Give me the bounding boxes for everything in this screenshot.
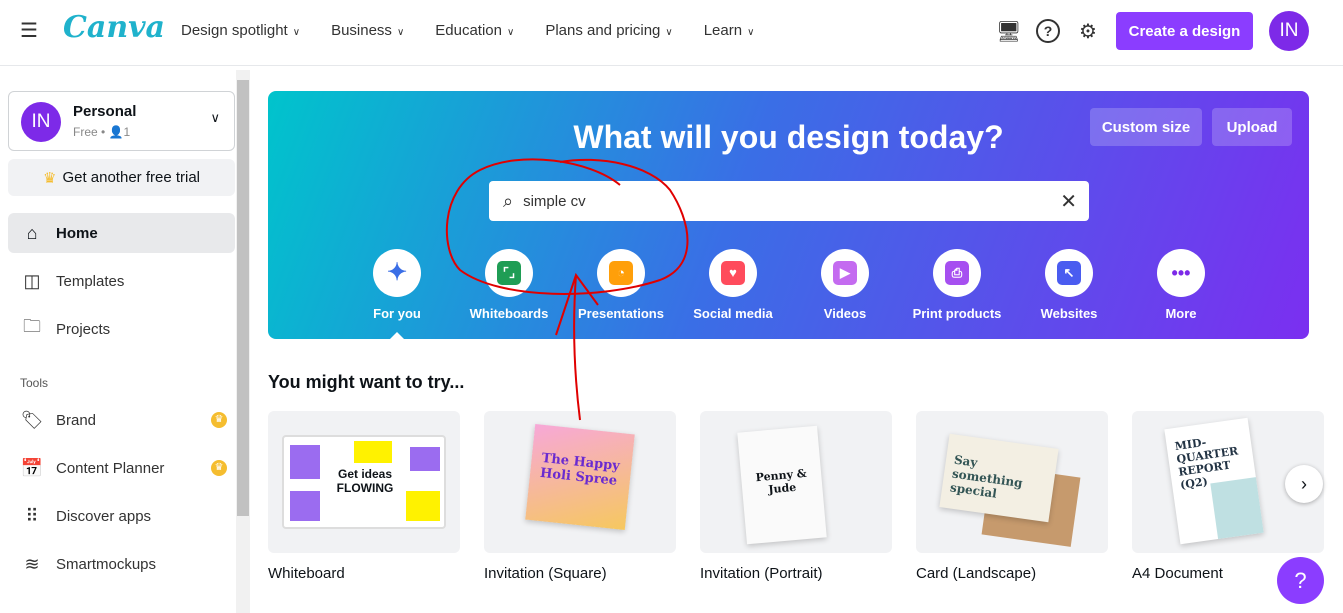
- account-plan: Free: [73, 125, 98, 139]
- category-more[interactable]: ••• More: [1125, 249, 1237, 321]
- apps-grid-icon: ⠿: [25, 505, 39, 526]
- hero-banner: What will you design today? Custom size …: [268, 91, 1309, 339]
- top-nav: Design spotlight ∨ Business ∨ Education ∨ P…: [181, 22, 754, 39]
- desktop-app-icon[interactable]: 🖥: [996, 19, 1021, 43]
- layers-icon: ≋: [24, 553, 40, 574]
- category-social-media[interactable]: ♥ Social media: [677, 249, 789, 321]
- sidebar-item-discover-apps[interactable]: ⠿ Discover apps: [8, 496, 235, 536]
- card-thumbnail: Say something special: [939, 433, 1059, 523]
- calendar-icon: 📅: [20, 457, 44, 478]
- category-whiteboards[interactable]: ⌜⌟ Whiteboards: [453, 249, 565, 321]
- pro-crown-icon: ♛: [211, 412, 227, 428]
- whiteboard-icon: ⌜⌟: [497, 261, 521, 285]
- category-print-products[interactable]: ⎙ Print products: [901, 249, 1013, 321]
- help-icon[interactable]: ?: [1036, 19, 1060, 43]
- chevron-down-icon: ∨: [396, 27, 405, 38]
- search-icon: ⌕: [503, 190, 514, 211]
- invitation-portrait-thumbnail: Penny & Jude: [737, 425, 827, 545]
- thumbnail-text: The Happy Holi Spree: [539, 450, 621, 489]
- search-input[interactable]: ⌕ simple cv ✕: [489, 181, 1089, 221]
- settings-gear-icon[interactable]: ⚙: [1076, 19, 1100, 43]
- sidebar-item-projects[interactable]: 🗀 Projects: [8, 309, 235, 349]
- sidebar-item-templates[interactable]: ◫ Templates: [8, 261, 235, 301]
- website-cursor-icon: ↖: [1057, 261, 1081, 285]
- card-label[interactable]: Card (Landscape): [916, 565, 1036, 582]
- sidebar: IN Personal Free • 👤1 ∨ ♛ Get another fre…: [0, 67, 250, 613]
- thumbnail-text: Penny & Jude: [755, 466, 808, 497]
- user-avatar[interactable]: IN: [1269, 11, 1309, 51]
- canva-logo[interactable]: Canva: [63, 10, 165, 45]
- account-avatar: IN: [21, 102, 61, 142]
- home-icon: ⌂: [26, 222, 38, 243]
- templates-icon: ◫: [23, 270, 41, 291]
- chevron-down-icon: ∨: [665, 27, 673, 38]
- printer-icon: ⎙: [945, 261, 969, 285]
- sidebar-item-home[interactable]: ⌂ Home: [8, 213, 235, 253]
- chevron-right-icon: ›: [1301, 473, 1307, 494]
- sidebar-item-smartmockups[interactable]: ≋ Smartmockups: [8, 544, 235, 584]
- sidebar-scrollbar[interactable]: [236, 70, 250, 613]
- clear-search-icon[interactable]: ✕: [1060, 189, 1077, 214]
- sidebar-item-content-planner[interactable]: 📅 Content Planner ♛: [8, 448, 235, 488]
- presentation-icon: ◔: [609, 261, 633, 285]
- custom-size-button[interactable]: Custom size: [1090, 108, 1202, 146]
- account-switcher[interactable]: IN Personal Free • 👤1 ∨: [8, 91, 235, 151]
- card-label[interactable]: A4 Document: [1132, 565, 1223, 582]
- nav-business[interactable]: Business ∨: [331, 22, 404, 39]
- tools-heading: Tools: [20, 376, 49, 390]
- pro-crown-icon: ♛: [211, 460, 227, 476]
- category-presentations[interactable]: ◔ Presentations: [565, 249, 677, 321]
- nav-design-spotlight[interactable]: Design spotlight ∨: [181, 22, 300, 39]
- members-icon: 👤: [108, 125, 124, 139]
- nav-education[interactable]: Education ∨: [435, 22, 514, 39]
- suggestions-heading: You might want to try...: [268, 372, 465, 392]
- card-invitation-square[interactable]: The Happy Holi Spree: [484, 411, 676, 553]
- chevron-down-icon: ∨: [292, 27, 301, 38]
- chevron-down-icon: ∨: [210, 110, 220, 125]
- free-trial-button[interactable]: ♛ Get another free trial: [8, 159, 235, 196]
- create-design-button[interactable]: Create a design: [1116, 12, 1253, 50]
- heart-icon: ♥: [721, 261, 745, 285]
- more-dots-icon: •••: [1171, 263, 1191, 283]
- carousel-next-button[interactable]: ›: [1285, 465, 1323, 503]
- sidebar-item-brand[interactable]: 🏷 Brand ♛: [8, 400, 235, 440]
- card-card-landscape[interactable]: Say something special: [916, 411, 1108, 553]
- sparkle-icon: ✦: [386, 259, 408, 286]
- member-count: 1: [123, 125, 131, 139]
- thumbnail-text: MID-QUARTER REPORT (Q2): [1173, 435, 1239, 492]
- thumbnail-text: Get ideas FLOWING: [336, 467, 394, 495]
- whiteboard-thumbnail: Get ideas FLOWING: [282, 435, 446, 529]
- nav-plans-pricing[interactable]: Plans and pricing ∨: [545, 22, 672, 39]
- card-label[interactable]: Whiteboard: [268, 565, 345, 582]
- scrollbar-thumb[interactable]: [237, 80, 249, 516]
- nav-learn[interactable]: Learn ∨: [704, 22, 755, 39]
- category-websites[interactable]: ↖ Websites: [1013, 249, 1125, 321]
- category-videos[interactable]: ▶ Videos: [789, 249, 901, 321]
- brand-icon: 🏷: [20, 409, 44, 430]
- chevron-down-icon: ∨: [506, 27, 515, 38]
- menu-icon[interactable]: ☰: [20, 21, 38, 41]
- document-thumbnail: MID-QUARTER REPORT (Q2): [1164, 417, 1264, 545]
- account-name: Personal: [73, 103, 137, 120]
- upload-button[interactable]: Upload: [1212, 108, 1292, 146]
- help-button[interactable]: ?: [1277, 557, 1324, 604]
- card-invitation-portrait[interactable]: Penny & Jude: [700, 411, 892, 553]
- category-for-you[interactable]: ✦ For you: [341, 249, 453, 339]
- folder-icon: 🗀: [23, 316, 41, 336]
- crown-icon: ♛: [42, 169, 57, 187]
- video-icon: ▶: [833, 261, 857, 285]
- selected-indicator: [390, 325, 404, 339]
- thumbnail-text: Say something special: [949, 452, 1024, 501]
- card-label[interactable]: Invitation (Square): [484, 565, 607, 582]
- invitation-thumbnail: The Happy Holi Spree: [525, 424, 635, 530]
- card-label[interactable]: Invitation (Portrait): [700, 565, 823, 582]
- card-whiteboard[interactable]: Get ideas FLOWING: [268, 411, 460, 553]
- top-header: ☰ Canva Design spotlight ∨ Business ∨ Educ…: [0, 0, 1343, 66]
- chevron-down-icon: ∨: [747, 27, 755, 38]
